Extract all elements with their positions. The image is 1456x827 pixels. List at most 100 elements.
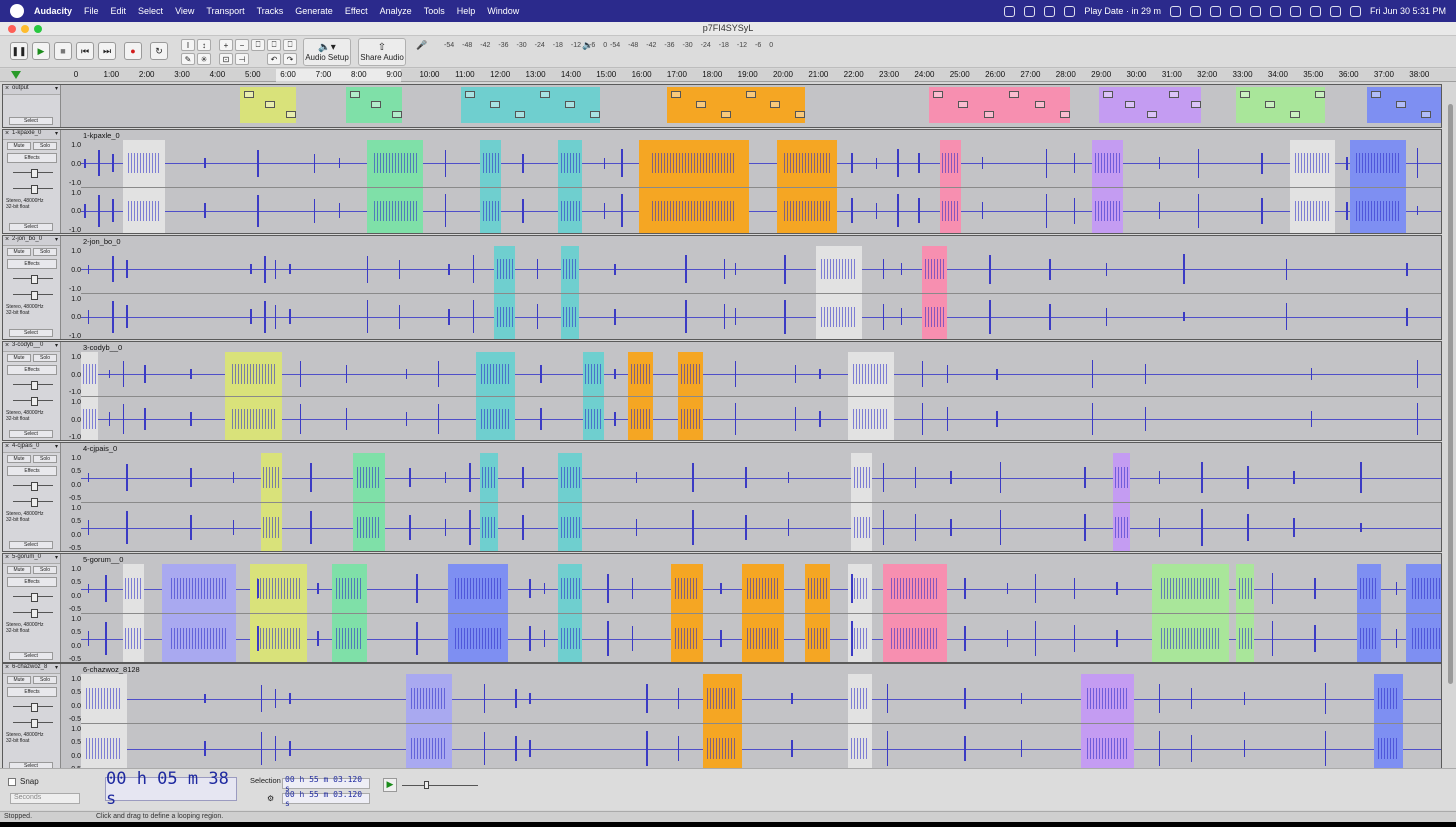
colored-clip-region[interactable] xyxy=(939,187,961,233)
label-marker[interactable] xyxy=(696,101,707,108)
colored-clip-region[interactable] xyxy=(582,397,604,440)
track-name-menu[interactable]: × 1-kpaxle_0 ▾ xyxy=(3,130,60,140)
colored-clip-region[interactable] xyxy=(557,140,583,187)
colored-clip-region[interactable] xyxy=(1080,674,1134,723)
colored-clip-region[interactable] xyxy=(405,674,452,723)
waveform-area[interactable] xyxy=(81,443,1441,551)
right-channel[interactable] xyxy=(81,614,1441,662)
close-track-icon[interactable]: × xyxy=(5,554,9,561)
play-button[interactable]: ▶ xyxy=(32,42,50,60)
colored-clip-region[interactable] xyxy=(80,724,127,772)
effects-button[interactable]: Effects xyxy=(7,259,57,269)
effects-button[interactable]: Effects xyxy=(7,365,57,375)
solo-button[interactable]: Solo xyxy=(33,676,57,684)
menu-transport[interactable]: Transport xyxy=(206,6,244,16)
wifi-icon[interactable] xyxy=(1309,5,1321,17)
pan-slider[interactable] xyxy=(13,609,53,618)
colored-clip-region[interactable] xyxy=(1349,187,1407,233)
audio-setup-button[interactable]: 🔈▾ Audio Setup xyxy=(303,38,351,66)
colored-clip-region[interactable] xyxy=(1289,140,1336,187)
label-marker[interactable] xyxy=(1034,101,1045,108)
close-track-icon[interactable]: × xyxy=(5,342,9,349)
colored-clip-region[interactable] xyxy=(670,614,703,662)
audio-track[interactable]: × 6-chazwoz_8 ▾ Mute Solo Effects Stereo, 4800… xyxy=(2,663,1442,773)
waveform-area[interactable] xyxy=(81,85,1441,127)
colored-clip-region[interactable] xyxy=(331,564,367,613)
colored-clip-region[interactable] xyxy=(557,564,583,613)
colored-clip-region[interactable] xyxy=(1356,564,1382,613)
label-region[interactable] xyxy=(1367,87,1441,123)
selection-tool[interactable]: I xyxy=(181,39,195,51)
right-channel[interactable] xyxy=(80,724,1441,772)
colored-clip-region[interactable] xyxy=(1406,614,1441,662)
colored-clip-region[interactable] xyxy=(1151,614,1230,662)
battery-icon[interactable] xyxy=(1289,5,1301,17)
colored-clip-region[interactable] xyxy=(670,564,703,613)
close-track-icon[interactable]: × xyxy=(5,85,9,92)
record-button[interactable]: ● xyxy=(124,42,142,60)
colored-clip-region[interactable] xyxy=(366,187,424,233)
colored-clip-region[interactable] xyxy=(815,246,862,293)
undo-button[interactable]: ↶ xyxy=(267,53,281,65)
colored-clip-region[interactable] xyxy=(921,293,947,339)
menu-select[interactable]: Select xyxy=(138,6,163,16)
colored-clip-region[interactable] xyxy=(847,397,894,440)
label-marker[interactable] xyxy=(565,101,576,108)
track-control-panel[interactable]: × 1-kpaxle_0 ▾ Mute Solo Effects Stereo, 48000… xyxy=(3,130,61,233)
colored-clip-region[interactable] xyxy=(1112,503,1131,551)
mute-button[interactable]: Mute xyxy=(7,566,31,574)
colored-clip-region[interactable] xyxy=(741,614,784,662)
silence-button[interactable]: ⊣ xyxy=(235,53,249,65)
label-marker[interactable] xyxy=(795,111,806,118)
track-name-menu[interactable]: × 5-gorum_0 ▾ xyxy=(3,554,60,564)
control-center-icon[interactable] xyxy=(1349,5,1361,17)
colored-clip-region[interactable] xyxy=(494,246,516,293)
label-region[interactable] xyxy=(667,87,806,123)
audio-track[interactable]: × 3-codyb__0 ▾ Mute Solo Effects Stereo, 48000… xyxy=(2,341,1442,441)
zoom-toggle-button[interactable]: ⎕ xyxy=(283,39,297,51)
colored-clip-region[interactable] xyxy=(939,140,961,187)
label-region[interactable] xyxy=(239,87,297,123)
label-marker[interactable] xyxy=(1060,111,1071,118)
label-marker[interactable] xyxy=(464,91,475,98)
colored-clip-region[interactable] xyxy=(741,564,784,613)
colored-clip-region[interactable] xyxy=(479,453,498,502)
draw-tool[interactable]: ✎ xyxy=(181,53,195,65)
label-marker[interactable] xyxy=(349,91,360,98)
colored-clip-region[interactable] xyxy=(352,503,385,551)
mute-button[interactable]: Mute xyxy=(7,455,31,463)
waveform-area[interactable] xyxy=(80,664,1441,772)
colored-clip-region[interactable] xyxy=(882,564,947,613)
colored-clip-region[interactable] xyxy=(260,453,283,502)
waveform-area[interactable] xyxy=(80,342,1441,440)
label-marker[interactable] xyxy=(1124,101,1135,108)
right-channel[interactable] xyxy=(80,397,1441,440)
clock[interactable]: Fri Jun 30 5:31 PM xyxy=(1370,6,1446,16)
label-marker[interactable] xyxy=(671,91,682,98)
label-marker[interactable] xyxy=(1420,111,1431,118)
colored-clip-region[interactable] xyxy=(1112,453,1131,502)
colored-clip-region[interactable] xyxy=(921,246,947,293)
close-track-icon[interactable]: × xyxy=(5,236,9,243)
track-name-menu[interactable]: × 6-chazwoz_8 ▾ xyxy=(3,664,60,674)
close-track-icon[interactable]: × xyxy=(5,130,9,137)
menu-edit[interactable]: Edit xyxy=(111,6,127,16)
colored-clip-region[interactable] xyxy=(1289,187,1336,233)
gain-slider[interactable] xyxy=(13,593,53,602)
track-name-menu[interactable]: × 2-jon_bo_0 ▾ xyxy=(3,236,60,246)
colored-clip-region[interactable] xyxy=(561,293,579,339)
select-track-button[interactable]: Select xyxy=(9,329,53,337)
colored-clip-region[interactable] xyxy=(122,564,145,613)
zoom-in-button[interactable]: + xyxy=(219,39,233,51)
skip-to-end-button[interactable]: ⏭ xyxy=(98,42,116,60)
colored-clip-region[interactable] xyxy=(225,397,283,440)
colored-clip-region[interactable] xyxy=(80,397,99,440)
colored-clip-region[interactable] xyxy=(161,564,237,613)
label-marker[interactable] xyxy=(1240,91,1251,98)
colored-clip-region[interactable] xyxy=(702,724,742,772)
redo-button[interactable]: ↷ xyxy=(283,53,297,65)
label-marker[interactable] xyxy=(1009,91,1020,98)
status-icon[interactable] xyxy=(1024,5,1036,17)
label-marker[interactable] xyxy=(286,111,297,118)
menu-generate[interactable]: Generate xyxy=(295,6,333,16)
